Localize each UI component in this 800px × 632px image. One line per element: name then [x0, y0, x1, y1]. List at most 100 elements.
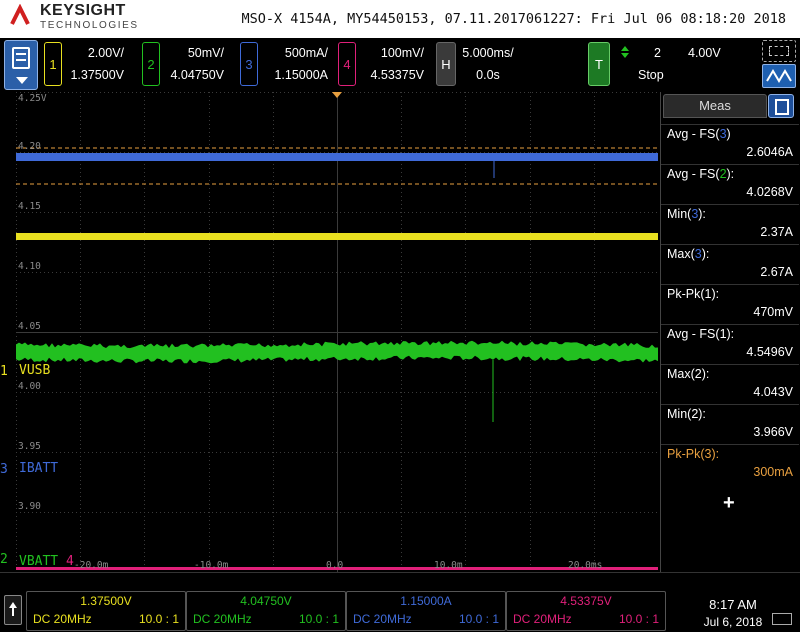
control-bar: 1 2.00V/ 1.37500V 2 50mV/ 4.04750V 3 500… — [0, 38, 800, 92]
measurement-source: 2 — [719, 167, 727, 181]
channel-4-offset: 4.53375V — [370, 68, 424, 82]
measurement-name: Max(2): — [667, 367, 709, 381]
measurement-name: Pk-Pk(3): — [667, 447, 719, 461]
main-menu-button[interactable] — [4, 40, 38, 90]
channel-1-ground-marker[interactable]: 1 — [0, 364, 8, 379]
channel-1-offset: 1.37500V — [70, 68, 124, 82]
zoom-icon — [769, 46, 789, 56]
clock-date: Jul 6, 2018 — [703, 615, 763, 629]
measurement-name-prefix: Pk-Pk( — [667, 447, 705, 461]
keysight-logo-icon — [10, 4, 30, 25]
measurement-name: Min(2): — [667, 407, 706, 421]
measurement-value: 3.966V — [753, 425, 793, 439]
measurement-value: 4.5496V — [746, 345, 793, 359]
measurement-name-prefix: Pk-Pk( — [667, 287, 705, 301]
trigger-button[interactable]: T — [588, 42, 610, 86]
zoom-box-button[interactable] — [762, 40, 796, 62]
channel-4-scale: 100mV/ — [380, 46, 424, 60]
x-label-2: -10.0m — [194, 560, 229, 571]
channel-3-probe: 10.0 : 1 — [458, 612, 499, 626]
measurement-source: 1 — [719, 327, 727, 341]
channel-1-settings[interactable]: 2.00V/ 1.37500V — [64, 42, 124, 86]
measurement-item[interactable]: Avg - FS(2): 4.0268V — [661, 164, 799, 204]
clock-time: 8:17 AM — [709, 597, 757, 612]
measurement-name-suffix: ): — [701, 247, 710, 261]
channel-2-settings[interactable]: 50mV/ 4.04750V — [162, 42, 224, 86]
channel-3-status[interactable]: 1.15000A DC 20MHz 10.0 : 1 — [346, 591, 506, 631]
chevron-down-icon — [16, 77, 28, 84]
channel-3-scale: 500mA/ — [284, 46, 328, 60]
channel-3-button[interactable]: 3 — [240, 42, 258, 86]
channel-2-status-value: 4.04750V — [240, 594, 292, 608]
measurement-name-prefix: Min( — [667, 207, 692, 221]
channel-3-ground-marker[interactable]: 3 — [0, 462, 8, 477]
channel-1-label: VUSB — [19, 363, 51, 378]
channel-3-trace — [16, 153, 658, 161]
brand-name: KEYSIGHT — [40, 2, 126, 19]
channel-2-scale: 50mV/ — [187, 46, 224, 60]
measurement-name-suffix: ): — [726, 167, 735, 181]
y-label-2: 4.20 — [18, 141, 41, 152]
channel-4-button[interactable]: 4 — [338, 42, 356, 86]
channel-2-offset: 4.04750V — [170, 68, 224, 82]
expand-up-icon[interactable] — [4, 595, 22, 625]
measurement-item[interactable]: Max(2): 4.043V — [661, 364, 799, 404]
measurements-tab[interactable]: Meas — [663, 94, 767, 118]
measurement-item[interactable]: Min(2): 3.966V — [661, 404, 799, 444]
y-label-6: 4.00 — [18, 381, 41, 392]
channel-1-trace — [16, 233, 658, 240]
measurement-value: 470mV — [753, 305, 793, 319]
channel-2-status[interactable]: 4.04750V DC 20MHz 10.0 : 1 — [186, 591, 346, 631]
x-label-5: 20.0ms — [568, 560, 603, 571]
measurements-menu-icon[interactable] — [768, 94, 794, 118]
channel-2-ground-marker[interactable]: 2 — [0, 552, 8, 567]
y-label-4: 4.10 — [18, 261, 41, 272]
measurement-name-prefix: Max( — [667, 247, 695, 261]
trigger-position-marker[interactable] — [332, 92, 342, 98]
waveform-display[interactable]: 4.25V 4.20 4.15 4.10 4.05 4.00 3.95 3.90… — [16, 92, 658, 572]
channel-4-settings[interactable]: 100mV/ 4.53375V — [358, 42, 424, 86]
instrument-title: MSO-X 4154A, MY54450153, 07.11.201706122… — [241, 11, 786, 27]
measurement-name: Avg - FS(2): — [667, 167, 734, 181]
x-label-3: 0.0 — [326, 560, 344, 571]
measurement-item[interactable]: Max(3): 2.67A — [661, 244, 799, 284]
measurement-item[interactable]: Min(3): 2.37A — [661, 204, 799, 244]
grid-lines — [16, 92, 658, 572]
measurement-name-prefix: Min( — [667, 407, 692, 421]
measurement-name-prefix: Avg - FS( — [667, 327, 720, 341]
horizontal-button[interactable]: H — [436, 42, 456, 86]
channel-1-status[interactable]: 1.37500V DC 20MHz 10.0 : 1 — [26, 591, 186, 631]
channel-4-status[interactable]: 4.53375V DC 20MHz 10.0 : 1 — [506, 591, 666, 631]
x-label-1: -20.0m — [74, 560, 109, 571]
y-label-8: 3.90 — [18, 501, 41, 512]
add-measurement-button[interactable]: + — [723, 492, 735, 515]
channel-2-probe: 10.0 : 1 — [298, 612, 339, 626]
trigger-source: 2 — [654, 46, 661, 60]
y-label-7: 3.95 — [18, 441, 41, 452]
channel-3-coupling: DC 20MHz — [353, 612, 412, 626]
measurement-item[interactable]: Avg - FS(1): 4.5496V — [661, 324, 799, 364]
channel-4-marker[interactable]: 4 — [66, 554, 74, 569]
y-label-5: 4.05 — [18, 321, 41, 332]
measurement-item[interactable]: Pk-Pk(1): 470mV — [661, 284, 799, 324]
measurement-name: Avg - FS(3) — [667, 127, 731, 141]
measurement-name: Max(3): — [667, 247, 709, 261]
touch-mode-button[interactable] — [762, 64, 796, 88]
horizontal-delay: 0.0s — [476, 68, 500, 82]
channel-1-button[interactable]: 1 — [44, 42, 62, 86]
measurement-item[interactable]: Avg - FS(3) 2.6046A — [661, 124, 799, 164]
channel-4-marker-num: 4 — [66, 554, 74, 569]
waveform-draw-icon — [766, 69, 792, 83]
channel-4-coupling: DC 20MHz — [513, 612, 572, 626]
trigger-slope-icon — [621, 46, 629, 58]
brand-subtitle: TECHNOLOGIES — [40, 20, 139, 31]
measurement-name-suffix: ): — [711, 287, 720, 301]
channel-4-probe: 10.0 : 1 — [618, 612, 659, 626]
channel-3-settings[interactable]: 500mA/ 1.15000A — [260, 42, 328, 86]
channel-2-button[interactable]: 2 — [142, 42, 160, 86]
graticule — [16, 92, 658, 572]
measurement-name-suffix: ): — [711, 447, 720, 461]
measurement-item[interactable]: Pk-Pk(3): 300mA — [661, 444, 799, 484]
horizontal-settings[interactable]: 5.000ms/ 0.0s — [460, 42, 516, 86]
channel-1-status-value: 1.37500V — [80, 594, 132, 608]
